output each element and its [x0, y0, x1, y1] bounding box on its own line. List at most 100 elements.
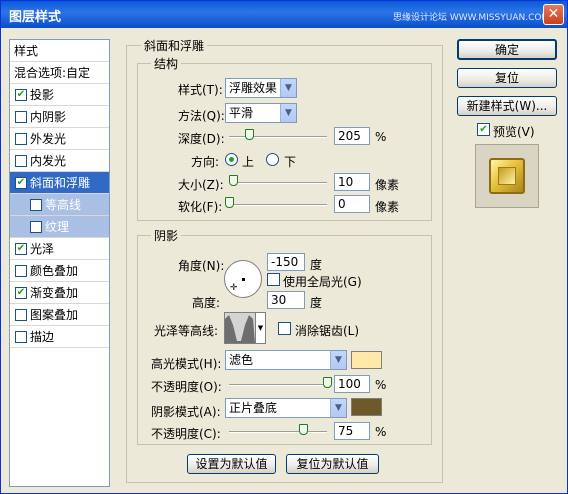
chevron-down-icon: ▼ — [280, 79, 296, 97]
style-list-label: 渐变叠加 — [30, 286, 79, 300]
preview-thumbnail — [475, 144, 539, 208]
style-checkbox[interactable]: ✔ — [15, 89, 27, 101]
preview-inner-bevel — [498, 167, 516, 185]
highlight-opacity-thumb[interactable] — [323, 377, 332, 388]
depth-slider-thumb[interactable] — [245, 129, 254, 140]
style-checkbox[interactable] — [15, 309, 27, 321]
technique-label: 方法(Q): — [178, 109, 225, 123]
altitude-input[interactable]: 30 — [267, 291, 305, 309]
style-select[interactable]: 浮雕效果 ▼ — [225, 78, 297, 98]
radio-dot — [229, 157, 234, 162]
style-checkbox[interactable] — [15, 265, 27, 277]
depth-label: 深度(D): — [178, 132, 225, 146]
shadow-color-swatch[interactable] — [351, 398, 382, 416]
soften-slider-thumb[interactable] — [225, 197, 234, 208]
style-list-item[interactable]: 内阴影 — [10, 106, 109, 128]
style-checkbox[interactable]: ✔ — [15, 243, 27, 255]
style-list-item[interactable]: 外发光 — [10, 128, 109, 150]
close-icon[interactable]: ✕ — [543, 4, 564, 25]
angle-dial[interactable]: ✛ — [224, 260, 262, 298]
highlight-color-swatch[interactable] — [351, 351, 382, 369]
style-checkbox[interactable]: ✔ — [15, 287, 27, 299]
style-list-label: 光泽 — [30, 242, 55, 256]
style-list-label: 等高线 — [45, 198, 82, 212]
style-list-item[interactable]: ✔ 渐变叠加 — [10, 282, 109, 304]
depth-input[interactable]: 205 — [334, 127, 370, 145]
gloss-contour-picker[interactable]: ▼ — [224, 312, 266, 344]
shading-title: 阴影 — [151, 227, 182, 244]
title-bar[interactable]: 图层样式 思缘设计论坛 WWW.MISSYUAN.COM ✕ — [1, 1, 567, 28]
highlight-mode-value: 滤色 — [229, 353, 254, 367]
technique-select[interactable]: 平滑 ▼ — [225, 103, 297, 123]
style-list-item[interactable]: 等高线 — [10, 194, 109, 216]
preview-label: 预览(V) — [493, 125, 535, 139]
style-select-value: 浮雕效果 — [229, 81, 278, 95]
direction-up-radio[interactable] — [225, 153, 238, 166]
bevel-group-title: 斜面和浮雕 — [141, 37, 208, 54]
reset-default-button[interactable]: 复位为默认值 — [286, 454, 379, 474]
highlight-mode-label: 高光模式(H): — [151, 357, 222, 371]
shadow-opacity-label: 不透明度(C): — [151, 427, 221, 441]
direction-up-label: 上 — [242, 155, 255, 169]
crosshair-icon: ✛ — [230, 283, 238, 293]
angle-input[interactable]: -150 — [267, 253, 305, 271]
chevron-down-icon: ▼ — [330, 399, 346, 417]
highlight-opacity-label: 不透明度(O): — [151, 380, 222, 394]
direction-label: 方向: — [191, 155, 220, 169]
contour-icon — [225, 313, 255, 343]
style-checkbox[interactable] — [15, 111, 27, 123]
preview-checkbox[interactable]: ✔ — [477, 123, 490, 136]
shadow-mode-select[interactable]: 正片叠底 ▼ — [225, 398, 347, 418]
style-list-item[interactable]: ✔ 斜面和浮雕 — [10, 172, 109, 194]
style-list-item[interactable]: 混合选项:自定 — [10, 62, 109, 84]
shadow-mode-value: 正片叠底 — [229, 401, 278, 415]
size-label: 大小(Z): — [178, 178, 224, 192]
chevron-down-icon: ▼ — [280, 104, 296, 122]
new-style-button[interactable]: 新建样式(W)... — [457, 96, 557, 116]
global-light-label: 使用全局光(G) — [283, 275, 362, 289]
highlight-opacity-track[interactable] — [229, 384, 327, 386]
antialias-checkbox[interactable] — [278, 322, 291, 335]
style-list-item[interactable]: 颜色叠加 — [10, 260, 109, 282]
style-checkbox[interactable] — [15, 331, 27, 343]
angle-dial-center — [242, 278, 245, 281]
style-list-item[interactable]: 内发光 — [10, 150, 109, 172]
style-list-label: 颜色叠加 — [30, 264, 79, 278]
shadow-opacity-track[interactable] — [229, 431, 327, 433]
soften-unit: 像素 — [375, 200, 400, 214]
direction-down-label: 下 — [284, 155, 297, 169]
style-list: 样式 混合选项:自定 ✔ 投影 内阴影 外发光 内发光 ✔ 斜面和浮雕 等高线 纹理 ✔ 光泽 颜色叠加 ✔… — [9, 39, 110, 487]
shadow-opacity-unit: % — [375, 425, 387, 439]
global-light-checkbox[interactable] — [267, 273, 280, 286]
direction-down-radio[interactable] — [266, 153, 279, 166]
shadow-opacity-thumb[interactable] — [299, 424, 308, 435]
depth-slider-track[interactable] — [229, 136, 327, 138]
size-slider-track[interactable] — [229, 182, 327, 184]
style-checkbox[interactable] — [15, 155, 27, 167]
gloss-contour-label: 光泽等高线: — [154, 324, 219, 338]
style-list-item[interactable]: 样式 — [10, 40, 109, 62]
highlight-opacity-input[interactable]: 100 — [334, 375, 370, 393]
style-checkbox[interactable] — [15, 133, 27, 145]
style-checkbox[interactable] — [30, 199, 42, 211]
style-list-label: 样式 — [14, 44, 39, 58]
shadow-opacity-input[interactable]: 75 — [334, 422, 370, 440]
reset-button[interactable]: 复位 — [457, 68, 557, 88]
style-checkbox[interactable] — [30, 221, 42, 233]
highlight-mode-select[interactable]: 滤色 ▼ — [225, 350, 347, 370]
size-slider-thumb[interactable] — [229, 175, 238, 186]
soften-input[interactable]: 0 — [334, 195, 370, 213]
soften-slider-track[interactable] — [229, 204, 327, 206]
style-list-label: 描边 — [30, 330, 55, 344]
style-list-item[interactable]: ✔ 投影 — [10, 84, 109, 106]
style-list-item[interactable]: 纹理 — [10, 216, 109, 238]
size-input[interactable]: 10 — [334, 173, 370, 191]
style-list-label: 纹理 — [45, 220, 70, 234]
soften-label: 软化(F): — [178, 200, 223, 214]
ok-button[interactable]: 确定 — [457, 39, 557, 60]
style-list-item[interactable]: ✔ 光泽 — [10, 238, 109, 260]
make-default-button[interactable]: 设置为默认值 — [187, 454, 276, 474]
style-list-item[interactable]: 图案叠加 — [10, 304, 109, 326]
style-list-item[interactable]: 描边 — [10, 326, 109, 348]
style-checkbox[interactable]: ✔ — [15, 177, 27, 189]
